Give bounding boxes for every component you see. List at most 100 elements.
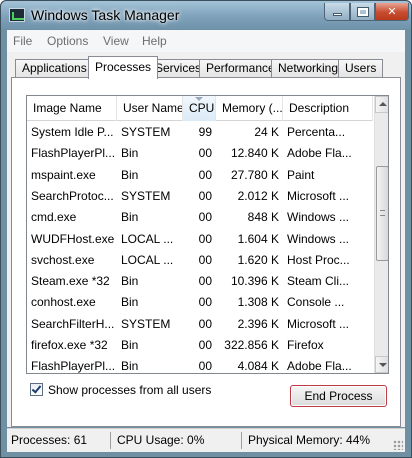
menu-file[interactable]: File	[13, 34, 32, 48]
process-description: Microsoft ...	[287, 316, 350, 331]
show-all-users-label[interactable]: Show processes from all users	[48, 383, 211, 397]
column-user-name[interactable]: User Name	[117, 96, 183, 121]
process-image-name: System Idle P...	[31, 125, 114, 139]
process-description: Adobe Fla...	[287, 359, 352, 374]
process-description: Adobe Fla...	[287, 146, 352, 161]
process-cpu: 00	[198, 167, 212, 182]
process-user-name: Bin	[121, 210, 139, 225]
tab-performance[interactable]: Performance	[199, 59, 282, 78]
tab-processes[interactable]: Processes	[88, 56, 159, 79]
process-row[interactable]: FlashPlayerPl... Bin 00 12.840 K Adobe Fla..…	[27, 143, 373, 164]
close-button[interactable]: ✕	[375, 3, 409, 21]
process-description: Percenta...	[287, 125, 346, 139]
process-cpu: 00	[198, 252, 212, 267]
tab-applications[interactable]: Applications	[15, 59, 94, 78]
client-area: File Options View Help Applications Proc…	[7, 30, 405, 427]
process-description: Host Proc...	[287, 252, 350, 267]
process-description: Microsoft ...	[287, 188, 350, 203]
process-user-name: Bin	[121, 338, 139, 352]
process-memory: 1.308 K	[237, 295, 279, 310]
process-row[interactable]: cmd.exe Bin 00 848 K Windows ...	[27, 207, 373, 228]
process-cpu: 00	[198, 359, 212, 374]
process-memory: 1.604 K	[237, 231, 279, 246]
column-image-name[interactable]: Image Name	[27, 96, 117, 121]
menu-bar: File Options View Help	[7, 30, 405, 52]
process-description: Paint	[287, 167, 315, 182]
process-user-name: LOCAL ...	[121, 231, 174, 246]
process-memory: 27.780 K	[230, 167, 279, 182]
process-user-name: Bin	[121, 295, 139, 310]
process-cpu: 00	[198, 188, 212, 203]
process-memory: 2.396 K	[237, 316, 279, 331]
process-description: Steam Cli...	[287, 274, 350, 289]
column-header-row: Image Name User Name CPU Memory (... Des…	[27, 96, 373, 121]
process-list[interactable]: Image Name User Name CPU Memory (... Des…	[26, 95, 389, 374]
tab-networking[interactable]: Networking	[271, 59, 346, 78]
task-manager-icon	[9, 8, 25, 22]
scroll-thumb[interactable]	[376, 166, 388, 261]
thumb-grip-icon	[380, 210, 385, 216]
scroll-up-button[interactable]	[375, 96, 388, 113]
menu-options[interactable]: Options	[47, 34, 88, 48]
process-memory: 322.856 K	[224, 338, 279, 352]
process-description: Console ...	[287, 295, 345, 310]
process-memory: 24 K	[254, 125, 279, 139]
tab-users[interactable]: Users	[338, 59, 384, 78]
process-row[interactable]: mspaint.exe Bin 00 27.780 K Paint	[27, 165, 373, 186]
process-memory: 848 K	[247, 210, 279, 225]
process-cpu: 00	[198, 231, 212, 246]
process-memory: 10.396 K	[230, 274, 279, 289]
process-row[interactable]: conhost.exe Bin 00 1.308 K Console ...	[27, 292, 373, 313]
process-description: Firefox	[287, 338, 324, 352]
process-row[interactable]: SearchProtoc... SYSTEM 00 2.012 K Microsoft …	[27, 186, 373, 207]
process-user-name: Bin	[121, 274, 139, 289]
process-image-name: conhost.exe	[31, 295, 96, 310]
scroll-down-icon	[379, 363, 387, 367]
status-separator	[241, 432, 242, 449]
process-user-name: Bin	[121, 167, 139, 182]
column-cpu[interactable]: CPU	[183, 96, 216, 121]
process-row[interactable]: System Idle P... SYSTEM 99 24 K Percenta...	[27, 122, 373, 143]
task-manager-window: Windows Task Manager ✕ File Options View…	[0, 0, 412, 458]
process-description: Windows ...	[287, 210, 350, 225]
process-image-name: SearchFilterH...	[31, 316, 115, 331]
process-image-name: firefox.exe *32	[31, 338, 108, 352]
process-user-name: Bin	[121, 359, 139, 374]
process-cpu: 00	[198, 274, 212, 289]
process-row[interactable]: SearchFilterH... SYSTEM 00 2.396 K Microsoft…	[27, 314, 373, 335]
show-all-users-checkbox[interactable]	[30, 383, 43, 396]
scroll-down-button[interactable]	[375, 356, 388, 373]
process-memory: 2.012 K	[237, 188, 279, 203]
column-memory[interactable]: Memory (...	[216, 96, 283, 121]
process-row[interactable]: Steam.exe *32 Bin 00 10.396 K Steam Cli...	[27, 271, 373, 292]
column-description[interactable]: Description	[283, 96, 373, 121]
process-memory: 4.084 K	[237, 359, 279, 374]
maximize-icon	[356, 6, 369, 17]
vertical-scrollbar[interactable]	[374, 96, 388, 373]
process-user-name: SYSTEM	[121, 188, 171, 203]
maximize-button[interactable]	[350, 3, 375, 21]
process-cpu: 00	[198, 295, 212, 310]
process-image-name: SearchProtoc...	[31, 188, 114, 203]
process-row[interactable]: firefox.exe *32 Bin 00 322.856 K Firefox	[27, 335, 373, 356]
process-cpu: 00	[198, 210, 212, 225]
status-bar: Processes: 61 CPU Usage: 0% Physical Mem…	[7, 428, 405, 452]
process-memory: 1.620 K	[237, 252, 279, 267]
process-row[interactable]: svchost.exe LOCAL ... 00 1.620 K Host Proc..…	[27, 250, 373, 271]
end-process-button[interactable]: End Process	[290, 385, 387, 407]
process-row[interactable]: WUDFHost.exe LOCAL ... 00 1.604 K Windows ..…	[27, 229, 373, 250]
window-title: Windows Task Manager	[31, 7, 180, 23]
process-cpu: 00	[198, 338, 212, 352]
process-description: Windows ...	[287, 231, 350, 246]
resize-grip-icon[interactable]	[393, 440, 403, 450]
title-bar[interactable]: Windows Task Manager ✕	[1, 1, 411, 29]
process-image-name: WUDFHost.exe	[31, 231, 115, 246]
minimize-button[interactable]	[324, 3, 350, 21]
menu-help[interactable]: Help	[142, 34, 167, 48]
menu-view[interactable]: View	[103, 34, 129, 48]
process-row[interactable]: FlashPlayerPl... Bin 00 4.084 K Adobe Fla...	[27, 356, 373, 374]
process-user-name: SYSTEM	[121, 125, 171, 139]
process-cpu: 00	[198, 146, 212, 161]
process-memory: 12.840 K	[230, 146, 279, 161]
minimize-icon	[332, 13, 342, 16]
